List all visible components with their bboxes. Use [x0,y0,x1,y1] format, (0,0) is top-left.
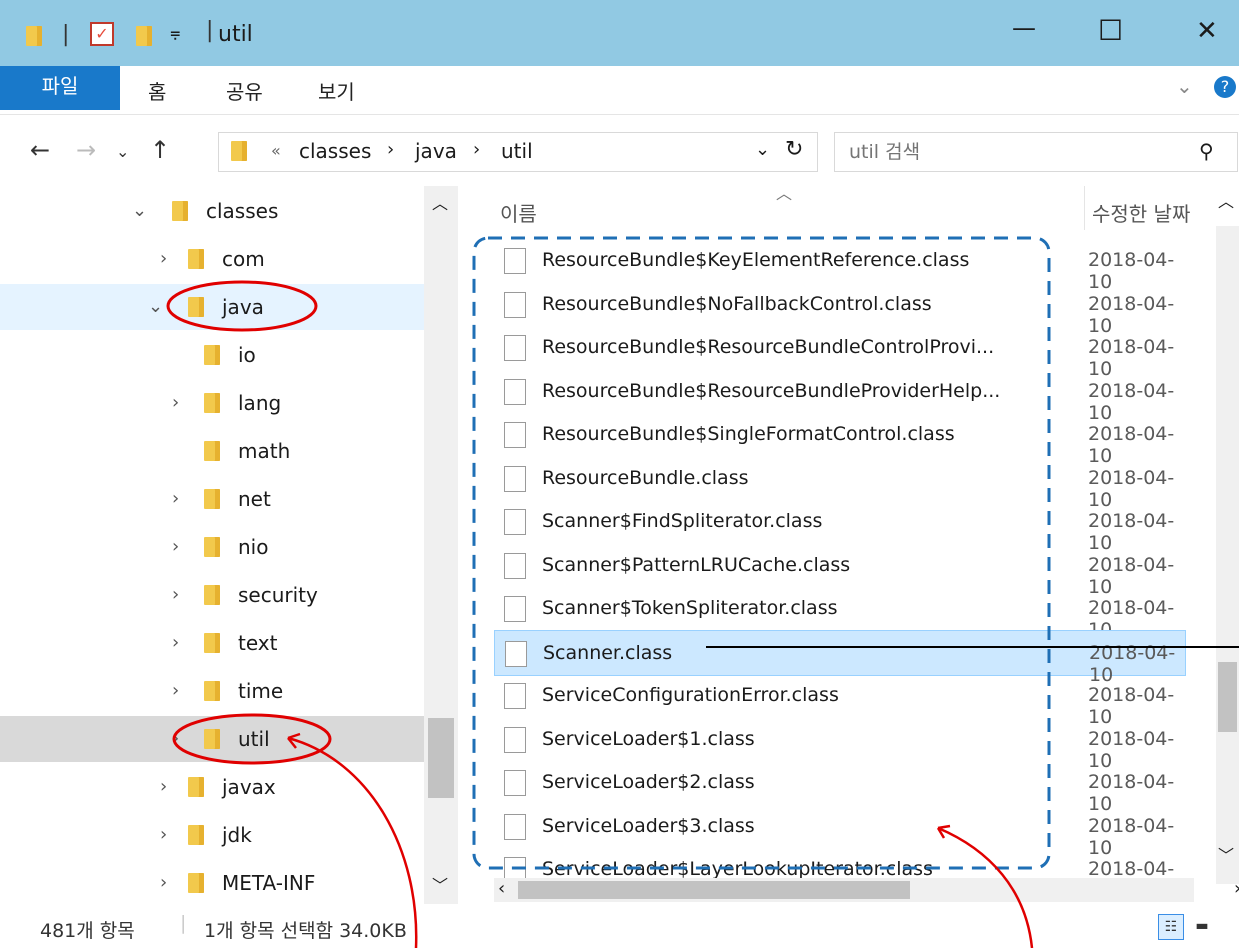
util-arrow [287,736,418,948]
util-highlight-ellipse [172,713,332,765]
dashed-group-box [472,236,1051,870]
java-highlight-ellipse [166,280,318,332]
annotation-overlay [166,236,1239,948]
group-arrow [937,826,1034,948]
